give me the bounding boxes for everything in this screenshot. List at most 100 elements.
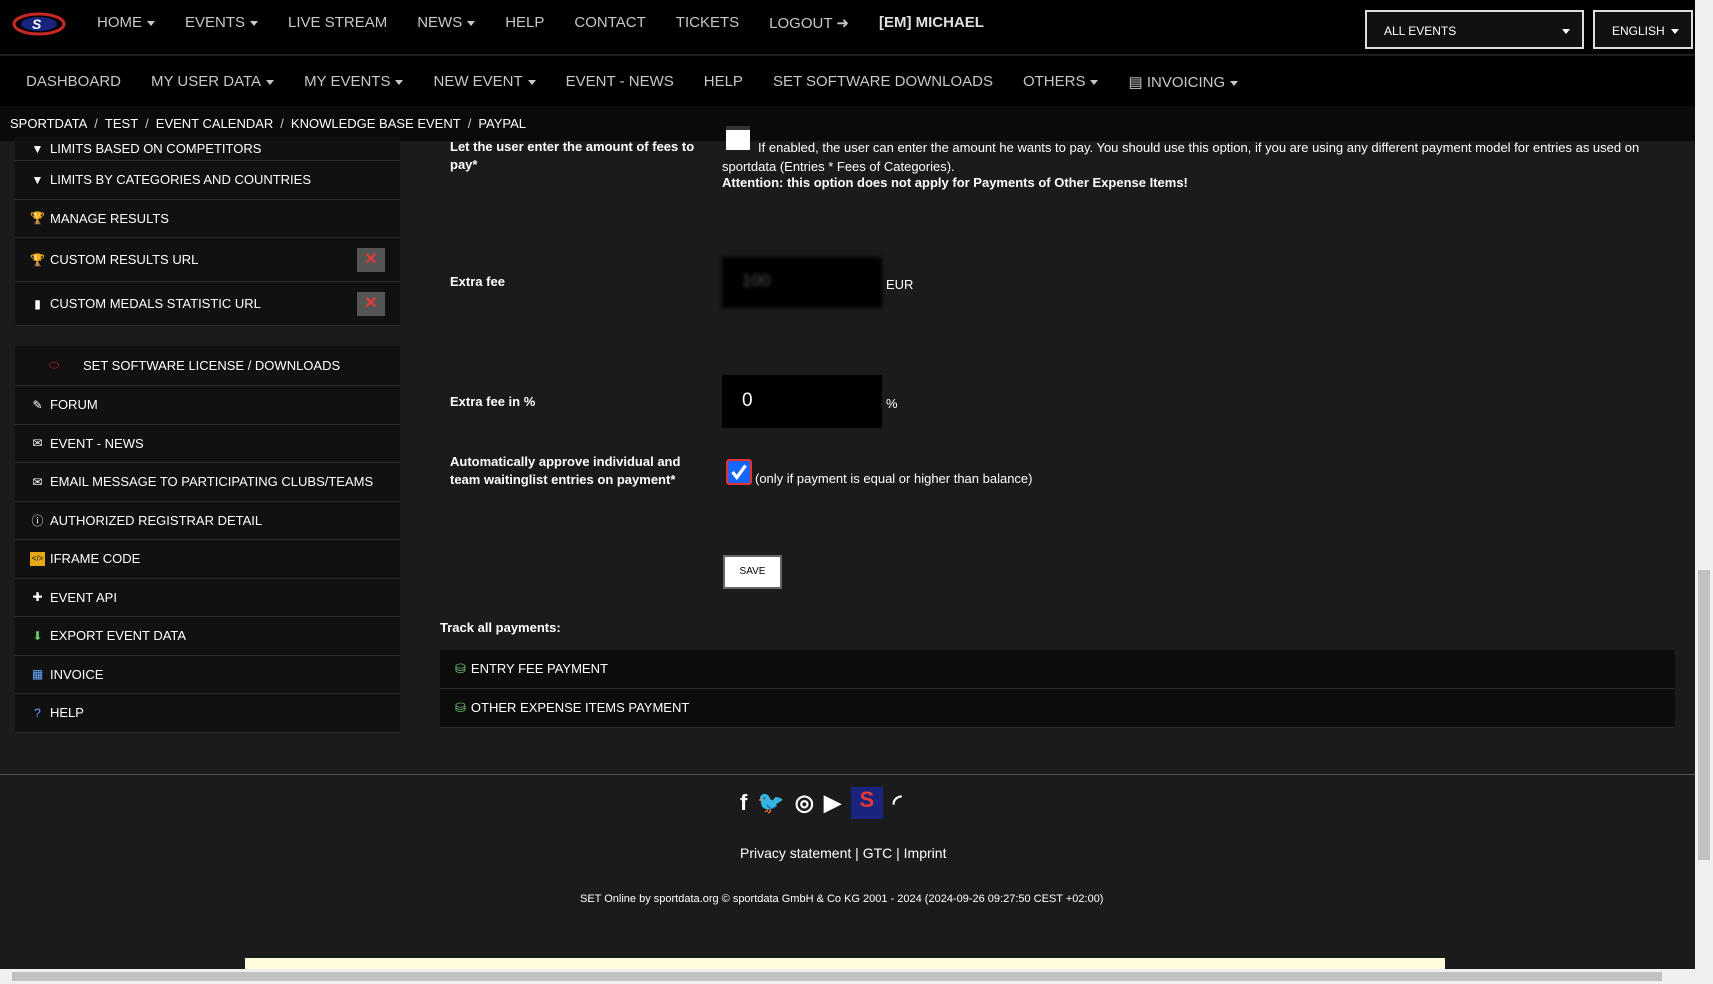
nav-contact[interactable]: CONTACT [574,14,645,32]
auto-approve-checkbox[interactable] [726,459,752,485]
language-select[interactable]: ENGLISH [1593,10,1693,49]
events-select[interactable]: ALL EVENTS [1365,10,1584,49]
entry-fee-payment-link[interactable]: ⛁ ENTRY FEE PAYMENT [440,650,1675,689]
sidebar-item-iframe-code[interactable]: </> IFRAME CODE [15,540,400,579]
nav-set-software-downloads[interactable]: SET SOFTWARE DOWNLOADS [773,73,993,91]
vertical-scrollbar[interactable] [1695,0,1713,984]
caret-down-icon [527,79,536,85]
user-fees-label: Let the user enter the amount of fees to… [450,139,695,172]
logout-icon: ➜ [836,15,849,32]
nav-user[interactable]: [EM] MICHAEL [879,14,984,32]
nav-tickets[interactable]: TICKETS [676,14,739,32]
horizontal-scrollbar[interactable] [0,969,1695,984]
twitter-icon[interactable]: 🐦 [757,790,784,816]
horizontal-scroll-thumb[interactable] [12,972,1662,981]
facebook-icon[interactable]: f [740,790,747,816]
sidebar-group-event: ▼ LIMITS BASED ON COMPETITORS ▼ LIMITS BY … [15,137,400,326]
caret-down-icon [1090,79,1099,85]
extra-fee-unit: EUR [886,277,914,292]
extra-fee-percent-unit: % [886,396,898,411]
bar-chart-icon: ▮ [34,296,41,311]
money-icon: ⛁ [455,660,466,676]
sportdata-icon[interactable]: S [850,787,883,819]
user-fees-attention: Attention: this option does not apply fo… [722,175,1188,190]
envelope-icon: ✉ [32,474,43,489]
svg-text:S: S [32,16,42,32]
caret-down-icon [467,20,476,26]
sidebar-item-custom-results-url[interactable]: 🏆 CUSTOM RESULTS URL ✕ [15,238,400,282]
vertical-scroll-thumb[interactable] [1698,570,1710,860]
set-logo-icon: ⬭ [48,358,60,372]
caret-down-icon [1230,80,1239,86]
sidebar-item-limits-categories[interactable]: ▼ LIMITS BY CATEGORIES AND COUNTRIES [15,161,400,200]
trophy-icon: 🏆 [30,211,45,226]
gtc-link[interactable]: GTC [863,845,893,861]
sidebar-item-set-software[interactable]: ⬭ SET SOFTWARE LICENSE / DOWNLOADS [15,346,400,386]
nav-dashboard[interactable]: DASHBOARD [26,73,121,91]
extra-fee-percent-label: Extra fee in % [450,394,536,409]
social-links: f 🐦 ◎ ▶ S ◜ [740,787,901,819]
youtube-icon[interactable]: ▶ [824,790,841,816]
sidebar-item-event-api[interactable]: ✚ EVENT API [15,579,400,617]
track-payments-title: Track all payments: [440,620,561,635]
sidebar-item-limits-competitors[interactable]: ▼ LIMITS BASED ON COMPETITORS [15,137,400,161]
footer-separator: | [855,845,863,861]
sidebar-item-help[interactable]: ? HELP [15,694,400,733]
extra-fee-input[interactable]: 100 [722,257,882,308]
help-icon: ? [34,705,41,720]
nav-my-events[interactable]: MY EVENTS [304,73,404,91]
info-icon: ⓘ [31,513,44,528]
nav-events[interactable]: EVENTS [185,14,259,32]
remove-medals-url-button[interactable]: ✕ [357,292,385,316]
nav-logout[interactable]: LOGOUT ➜ [769,14,849,32]
sidebar: ▼ LIMITS BASED ON COMPETITORS ▼ LIMITS BY … [15,137,400,733]
invoice-card-icon: ▤ [1128,74,1143,91]
sportdata-logo[interactable]: S [12,10,66,38]
trophy-icon: 🏆 [30,252,45,267]
save-button[interactable]: SAVE [723,555,782,589]
nav-news[interactable]: NEWS [417,14,476,32]
sidebar-item-event-news[interactable]: ✉ EVENT - NEWS [15,425,400,463]
auto-approve-label: Automatically approve individual and tea… [450,454,681,487]
sidebar-item-forum[interactable]: ✎ FORUM [15,386,400,425]
filter-icon: ▼ [31,172,44,187]
caret-down-icon [395,79,404,85]
imprint-link[interactable]: Imprint [904,845,947,861]
sidebar-item-invoice[interactable]: ▦ INVOICE [15,656,400,694]
auto-approve-note: (only if payment is equal or higher than… [755,471,1033,486]
footer-links: Privacy statement | GTC | Imprint [740,845,946,861]
caret-down-icon [1671,29,1679,34]
user-fees-description: If enabled, the user can enter the amoun… [722,140,1640,174]
nav-help-2[interactable]: HELP [704,73,743,91]
nav-new-event[interactable]: NEW EVENT [433,73,536,91]
caret-down-icon [266,79,275,85]
nav-help[interactable]: HELP [505,14,544,32]
caret-down-icon [250,20,259,26]
nav-live-stream[interactable]: LIVE STREAM [288,14,387,32]
remove-results-url-button[interactable]: ✕ [357,248,385,272]
caret-down-icon [147,20,155,26]
nav-home[interactable]: HOME [97,14,155,32]
rss-icon[interactable]: ◜ [893,790,902,816]
privacy-statement-link[interactable]: Privacy statement [740,845,851,861]
footer-separator: | [896,845,904,861]
caret-down-icon [1562,29,1570,34]
nav-others[interactable]: OTHERS [1023,73,1099,91]
sidebar-item-export-event-data[interactable]: ⬇ EXPORT EVENT DATA [15,617,400,656]
nav-my-user-data[interactable]: MY USER DATA [151,73,275,91]
extra-fee-percent-input[interactable]: 0 [722,375,882,428]
sidebar-item-manage-results[interactable]: 🏆 MANAGE RESULTS [15,200,400,238]
invoice-icon: ▦ [31,667,44,682]
extra-fee-label: Extra fee [450,274,505,289]
filter-icon: ▼ [31,141,44,156]
money-icon: ⛁ [455,699,466,715]
sidebar-item-authorized-registrar[interactable]: ⓘ AUTHORIZED REGISTRAR DETAIL [15,502,400,540]
other-expense-payment-link[interactable]: ⛁ OTHER EXPENSE ITEMS PAYMENT [440,689,1675,728]
sidebar-item-custom-medals-url[interactable]: ▮ CUSTOM MEDALS STATISTIC URL ✕ [15,282,400,326]
top-navbar: S HOME EVENTS LIVE STREAM NEWS HELP CONT… [0,0,1695,55]
nav-invoicing[interactable]: ▤ INVOICING [1128,73,1239,91]
instagram-icon[interactable]: ◎ [795,790,814,816]
nav-event-news[interactable]: EVENT - NEWS [566,73,674,91]
sidebar-item-email-message[interactable]: ✉ EMAIL MESSAGE TO PARTICIPATING CLUBS/TE… [15,463,400,502]
secondary-navbar: DASHBOARD MY USER DATA MY EVENTS NEW EVE… [0,56,1695,106]
